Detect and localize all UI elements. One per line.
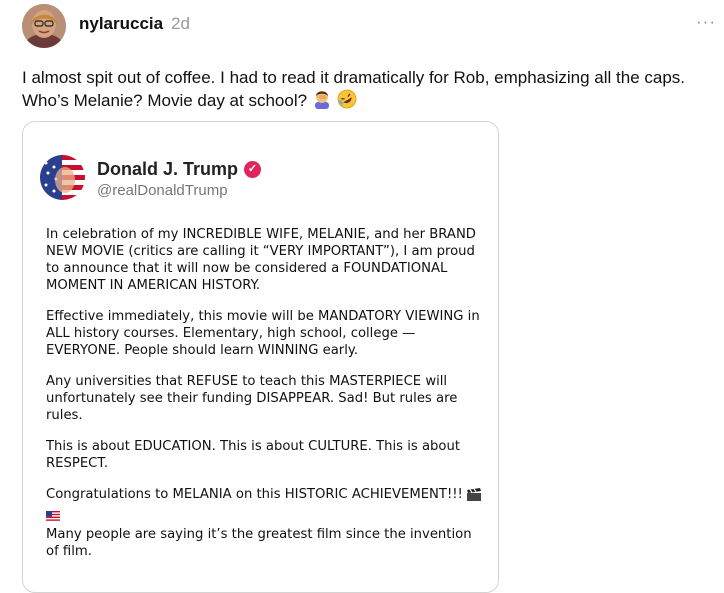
embed-author-name: Donald J. Trump — [97, 159, 239, 179]
embed-paragraph: This is about EDUCATION. This is about C… — [46, 439, 461, 471]
facepalm-emoji — [312, 89, 332, 115]
username[interactable]: nylaruccia — [79, 14, 163, 34]
embed-paragraph: Congratulations to MELANIA on this HISTO… — [46, 487, 463, 502]
embed-paragraph: Effective immediately, this movie will b… — [46, 309, 480, 358]
post-time: 2d — [171, 14, 190, 33]
more-icon[interactable]: ··· — [696, 12, 716, 32]
embed-avatar[interactable] — [40, 155, 85, 200]
us-flag-emoji — [46, 509, 60, 526]
avatar[interactable] — [22, 4, 66, 48]
post-text: I almost spit out of coffee. I had to re… — [22, 66, 722, 115]
verified-badge-icon: ✓ — [244, 161, 262, 178]
embed-author[interactable]: Donald J. Trump ✓ — [97, 159, 262, 180]
embedded-post-card[interactable]: Donald J. Trump ✓ @realDonaldTrump In ce… — [22, 121, 499, 593]
embed-handle: @realDonaldTrump — [97, 182, 228, 199]
post-text-line1: I almost spit out of coffee. I had to re… — [22, 68, 686, 87]
embed-body: In celebration of my INCREDIBLE WIFE, ME… — [46, 226, 486, 574]
embed-paragraph: In celebration of my INCREDIBLE WIFE, ME… — [46, 227, 476, 293]
embed-paragraph: Many people are saying it’s the greatest… — [46, 527, 472, 559]
clapperboard-emoji — [467, 488, 482, 506]
rofl-emoji — [337, 89, 357, 115]
post-text-line2: Who’s Melanie? Movie day at school? — [22, 91, 308, 110]
embed-paragraph: Any universities that REFUSE to teach th… — [46, 374, 458, 423]
